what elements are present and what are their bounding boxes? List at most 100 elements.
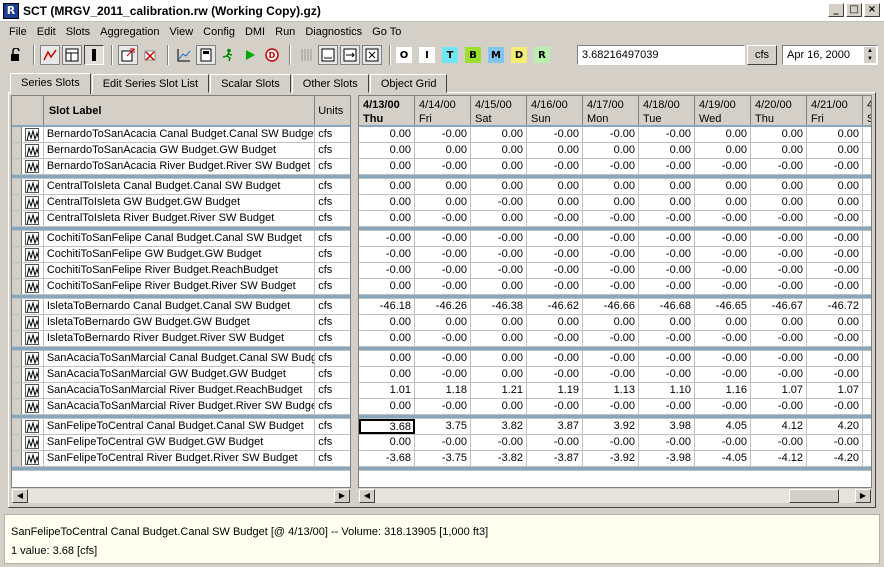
value-cell[interactable]: 4.20	[807, 419, 863, 434]
value-cell[interactable]: -3.98	[639, 451, 695, 466]
value-cell[interactable]: 0.00	[807, 195, 863, 210]
value-cell[interactable]: -0.00	[527, 367, 583, 382]
value-cell[interactable]: -0.00	[695, 331, 751, 346]
run-icon[interactable]	[240, 45, 260, 65]
slot-label-cell[interactable]: CochitiToSanFelipe GW Budget.GW Budget	[44, 247, 316, 262]
table-row[interactable]: CentralToIsleta Canal Budget.Canal SW Bu…	[12, 179, 350, 195]
value-cell[interactable]: -0.00	[695, 159, 751, 174]
value-cell[interactable]: 1.19	[527, 383, 583, 398]
scroll-left-arrow-icon[interactable]: ◀	[12, 489, 28, 503]
value-cell[interactable]: -0.00	[639, 331, 695, 346]
value-cell[interactable]: 0.00	[359, 159, 415, 174]
value-cell[interactable]: 0.00	[359, 315, 415, 330]
fit-all-icon[interactable]	[362, 45, 382, 65]
value-cell[interactable]: 0.00	[751, 315, 807, 330]
value-cell[interactable]: -0.00	[583, 231, 639, 246]
table-row[interactable]: BernardoToSanAcacia GW Budget.GW Budget c…	[12, 143, 350, 159]
value-cell[interactable]: -0.00	[471, 263, 527, 278]
value-cell[interactable]: -0.00	[807, 351, 863, 366]
value-cell[interactable]: 0.00	[471, 331, 527, 346]
value-cell[interactable]: 0.00	[583, 179, 639, 194]
value-cell[interactable]: 3.82	[471, 419, 527, 434]
right-horizontal-scrollbar[interactable]: ◀ ▶	[358, 488, 872, 504]
units-cell[interactable]: cfs	[315, 367, 350, 382]
value-cell[interactable]: 0.00	[359, 195, 415, 210]
plot-slot-icon[interactable]	[40, 45, 60, 65]
table-row[interactable]: CochitiToSanFelipe Canal Budget.Canal SW…	[12, 231, 350, 247]
units-cell[interactable]: cfs	[315, 179, 350, 194]
scroll-left-arrow-icon[interactable]: ◀	[359, 489, 375, 503]
left-horizontal-scrollbar[interactable]: ◀ ▶	[11, 488, 351, 504]
value-cell[interactable]: -0.00	[527, 127, 583, 142]
table-row[interactable]: SanFelipeToCentral Canal Budget.Canal SW…	[12, 419, 350, 435]
maximize-button[interactable]: □	[846, 3, 862, 17]
units-cell[interactable]: cfs	[315, 263, 350, 278]
value-cell[interactable]: 1.07	[751, 383, 807, 398]
value-cell[interactable]: -0.00	[807, 247, 863, 262]
slot-label-cell[interactable]: IsletaToBernardo Canal Budget.Canal SW B…	[44, 299, 316, 314]
date-header[interactable]: 4/21/00 Fri	[807, 96, 863, 125]
value-cell[interactable]: -0.00	[807, 159, 863, 174]
date-header[interactable]: 4/20/00 Thu	[751, 96, 807, 125]
row-selector[interactable]	[12, 143, 22, 158]
value-cell[interactable]: -0.00	[415, 435, 471, 450]
value-cell[interactable]: -3.92	[583, 451, 639, 466]
value-cell[interactable]: -4.20	[807, 451, 863, 466]
row-selector[interactable]	[12, 195, 22, 210]
units-header[interactable]: Units	[315, 96, 350, 125]
value-cell[interactable]: -0.00	[639, 435, 695, 450]
table-row[interactable]: IsletaToBernardo Canal Budget.Canal SW B…	[12, 299, 350, 315]
value-cell[interactable]: -0.00	[807, 231, 863, 246]
value-cell[interactable]: -0.00	[751, 279, 807, 294]
value-cell[interactable]: -0.00	[751, 399, 807, 414]
table-row[interactable]: SanAcaciaToSanMarcial GW Budget.GW Budge…	[12, 367, 350, 383]
grid-lines-icon[interactable]	[296, 45, 316, 65]
units-cell[interactable]: cfs	[315, 331, 350, 346]
value-cell[interactable]: 0.00	[471, 399, 527, 414]
slot-label-cell[interactable]: CentralToIsleta Canal Budget.Canal SW Bu…	[44, 179, 316, 194]
value-cell[interactable]: -0.00	[415, 367, 471, 382]
row-selector[interactable]	[12, 159, 22, 174]
value-cell[interactable]: 0.00	[359, 279, 415, 294]
value-cell[interactable]: -4.05	[695, 451, 751, 466]
date-header[interactable]: 4/16/00 Sun	[527, 96, 583, 125]
menu-item-slots[interactable]: Slots	[61, 26, 95, 38]
row-selector[interactable]	[12, 279, 22, 294]
value-cell[interactable]: 0.00	[751, 179, 807, 194]
slot-label-cell[interactable]: SanFelipeToCentral River Budget.River SW…	[44, 451, 316, 466]
value-cell[interactable]: -0.00	[695, 263, 751, 278]
slot-label-cell[interactable]: IsletaToBernardo River Budget.River SW B…	[44, 331, 316, 346]
value-cell[interactable]: 1.16	[695, 383, 751, 398]
slot-label-cell[interactable]: SanAcaciaToSanMarcial River Budget.River…	[44, 399, 316, 414]
table-row[interactable]: SanAcaciaToSanMarcial Canal Budget.Canal…	[12, 351, 350, 367]
row-selector[interactable]	[12, 179, 22, 194]
value-cell[interactable]: 0.00	[639, 143, 695, 158]
table-row[interactable]: CochitiToSanFelipe River Budget.ReachBud…	[12, 263, 350, 279]
row-selector[interactable]	[12, 231, 22, 246]
units-cell[interactable]: cfs	[315, 419, 350, 434]
value-cell[interactable]: -0.00	[807, 211, 863, 226]
value-cell[interactable]: -0.00	[695, 279, 751, 294]
selected-value-cell[interactable]: 3.68	[359, 419, 415, 434]
value-cell[interactable]: -0.00	[639, 367, 695, 382]
value-cell[interactable]: 0.00	[751, 195, 807, 210]
table-row[interactable]: IsletaToBernardo River Budget.River SW B…	[12, 331, 350, 347]
value-cell[interactable]: -0.00	[527, 231, 583, 246]
value-cell[interactable]: -0.00	[583, 279, 639, 294]
value-cell[interactable]: -0.00	[751, 247, 807, 262]
value-cell[interactable]: -0.00	[583, 127, 639, 142]
row-selector[interactable]	[12, 367, 22, 382]
units-button[interactable]: cfs	[747, 45, 777, 65]
fit-width-icon[interactable]	[318, 45, 338, 65]
date-spinner[interactable]: Apr 16, 2000 ▲ ▼	[782, 45, 878, 65]
slot-label-cell[interactable]: IsletaToBernardo GW Budget.GW Budget	[44, 315, 316, 330]
value-cell[interactable]: 1.07	[807, 383, 863, 398]
row-selector[interactable]	[12, 435, 22, 450]
menu-item-go-to[interactable]: Go To	[367, 26, 406, 38]
value-cell[interactable]: -0.00	[415, 211, 471, 226]
value-cell[interactable]: -0.00	[807, 263, 863, 278]
value-cell[interactable]: 0.00	[527, 315, 583, 330]
value-cell[interactable]: -0.00	[583, 211, 639, 226]
value-cell[interactable]: 0.00	[751, 127, 807, 142]
value-cell[interactable]: -0.00	[583, 367, 639, 382]
